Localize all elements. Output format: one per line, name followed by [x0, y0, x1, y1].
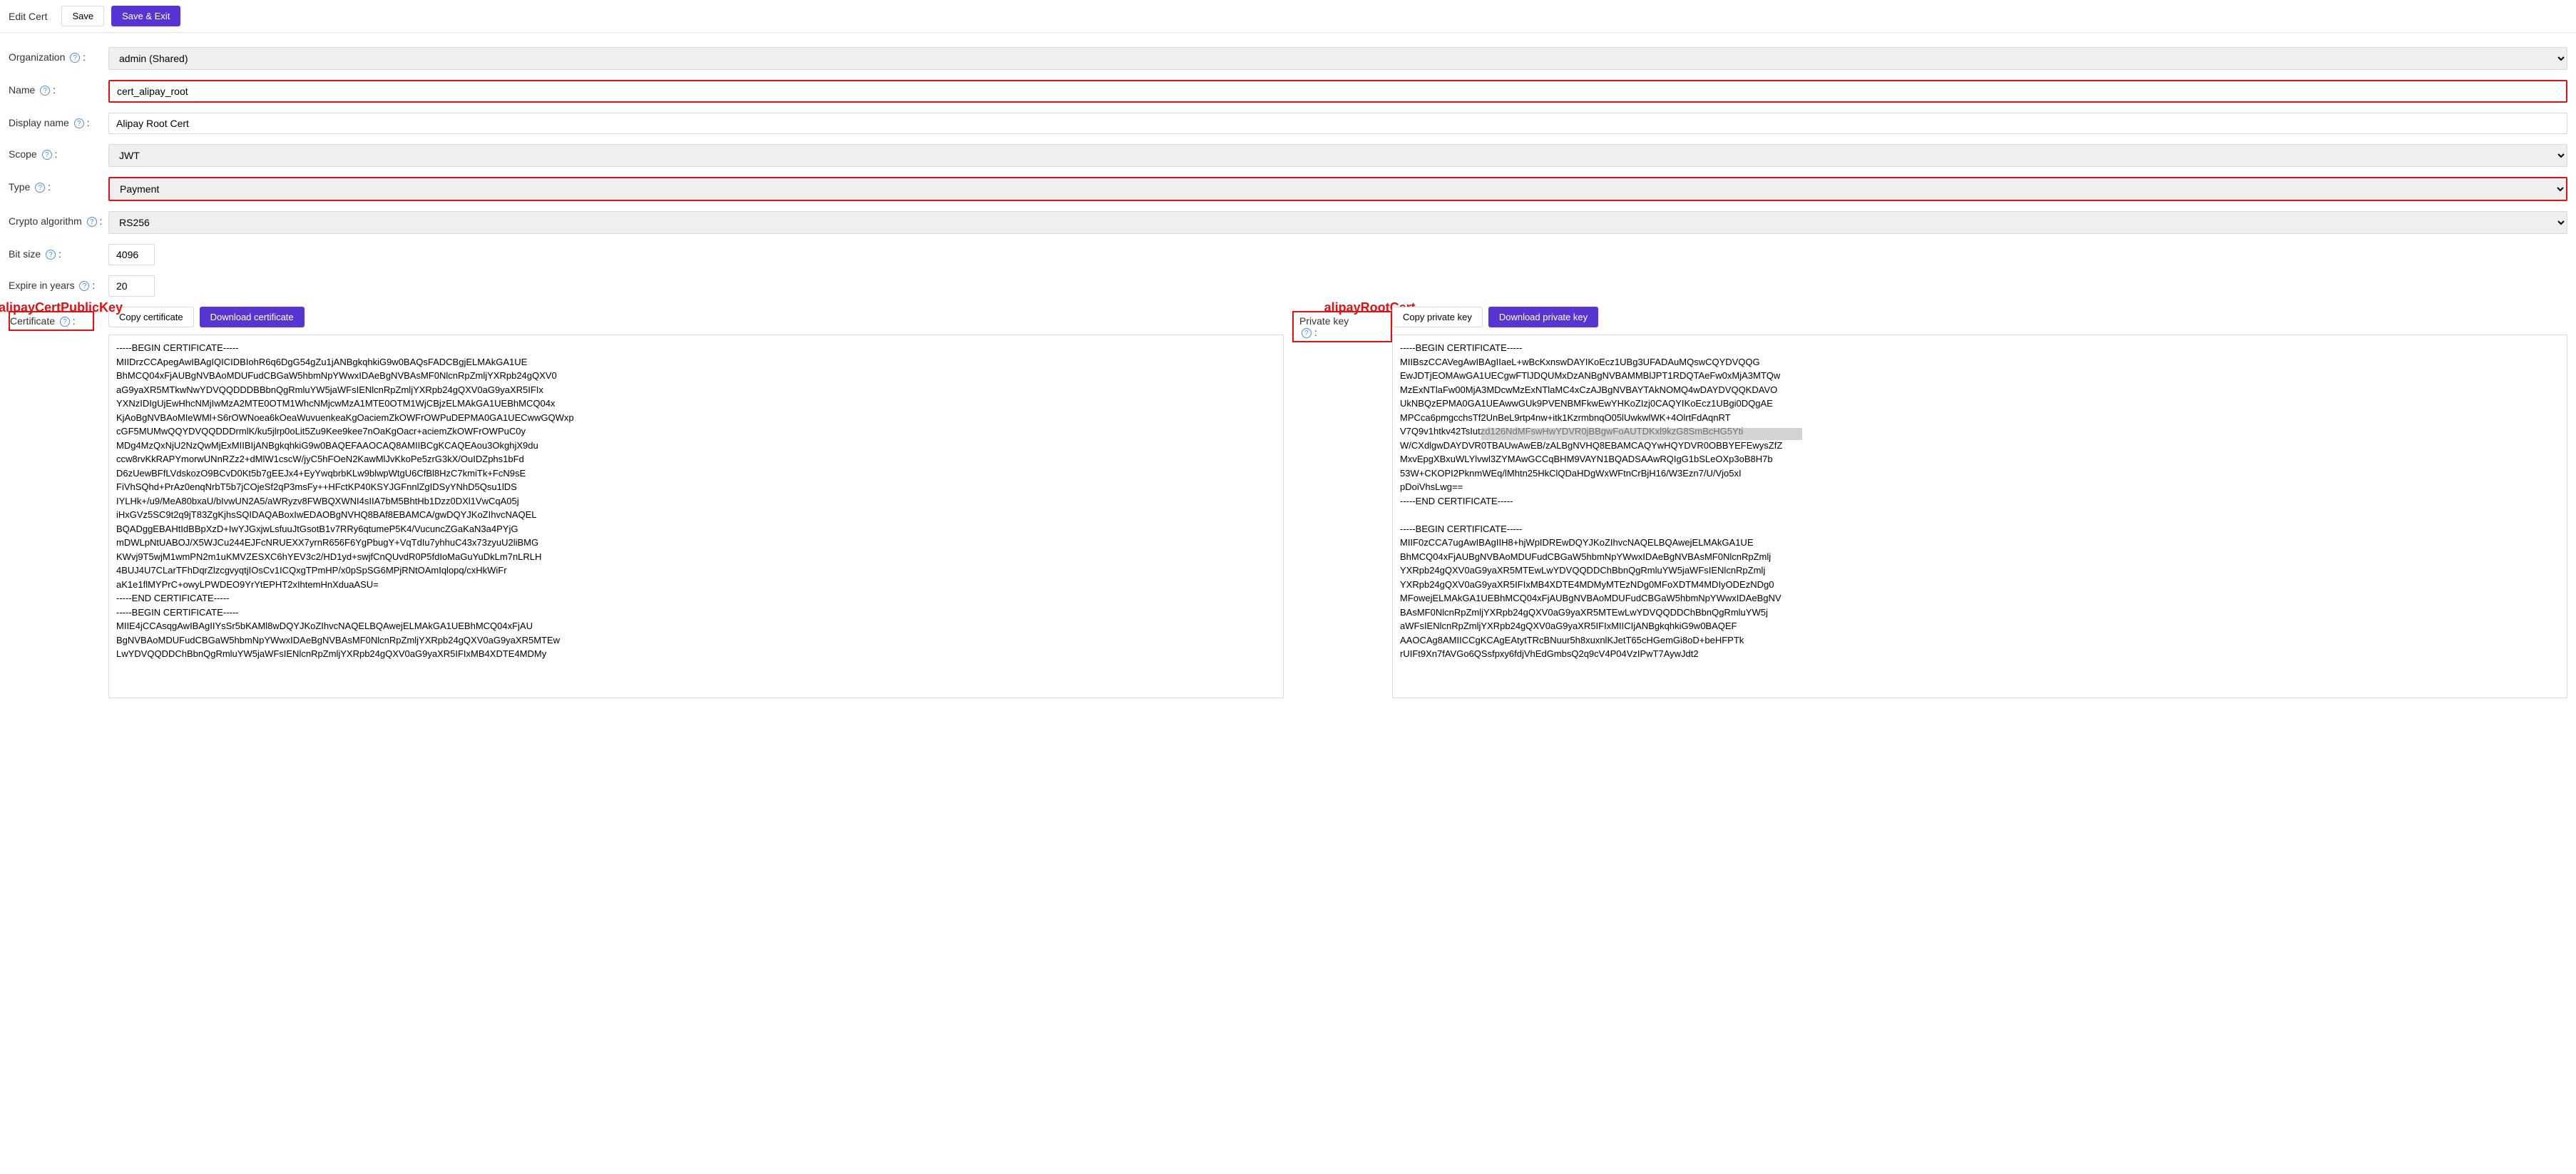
help-icon[interactable]: ?: [60, 317, 70, 327]
download-private-key-button[interactable]: Download private key: [1488, 307, 1598, 327]
copy-certificate-button[interactable]: Copy certificate: [108, 307, 194, 327]
help-icon[interactable]: ?: [42, 150, 52, 160]
download-certificate-button[interactable]: Download certificate: [200, 307, 305, 327]
label-expire-years: Expire in years ? :: [9, 275, 108, 291]
crypto-algorithm-select[interactable]: RS256: [108, 211, 2567, 234]
form-body: alipayCertPublicKey alipayRootCert Organ…: [0, 33, 2576, 709]
label-private-key: Private key ? :: [1292, 311, 1392, 342]
display-name-input[interactable]: [108, 113, 2567, 134]
label-crypto-algorithm: Crypto algorithm ? :: [9, 211, 108, 227]
name-input[interactable]: [108, 80, 2567, 103]
save-button[interactable]: Save: [61, 6, 104, 26]
copy-private-key-button[interactable]: Copy private key: [1392, 307, 1483, 327]
label-display-name: Display name ? :: [9, 113, 108, 128]
save-exit-button[interactable]: Save & Exit: [111, 6, 180, 26]
label-scope: Scope ? :: [9, 144, 108, 160]
scope-select[interactable]: JWT: [108, 144, 2567, 167]
type-select[interactable]: Payment: [108, 177, 2567, 201]
certificate-textarea[interactable]: [108, 335, 1284, 698]
help-icon[interactable]: ?: [35, 183, 45, 193]
help-icon[interactable]: ?: [70, 53, 80, 63]
expire-years-input[interactable]: [108, 275, 155, 297]
label-bit-size: Bit size ? :: [9, 244, 108, 260]
help-icon[interactable]: ?: [40, 86, 50, 96]
label-certificate: Certificate ? :: [9, 311, 94, 331]
help-icon[interactable]: ?: [87, 217, 97, 227]
bit-size-input[interactable]: [108, 244, 155, 265]
label-type: Type ? :: [9, 177, 108, 193]
private-key-textarea[interactable]: [1392, 335, 2567, 698]
label-name: Name ? :: [9, 80, 108, 96]
organization-select[interactable]: admin (Shared): [108, 47, 2567, 70]
help-icon[interactable]: ?: [79, 281, 89, 291]
top-toolbar: Edit Cert Save Save & Exit: [0, 0, 2576, 33]
label-organization: Organization ? :: [9, 47, 108, 63]
help-icon[interactable]: ?: [46, 250, 56, 260]
help-icon[interactable]: ?: [74, 118, 84, 128]
page-title: Edit Cert: [9, 11, 47, 22]
help-icon[interactable]: ?: [1302, 328, 1312, 338]
